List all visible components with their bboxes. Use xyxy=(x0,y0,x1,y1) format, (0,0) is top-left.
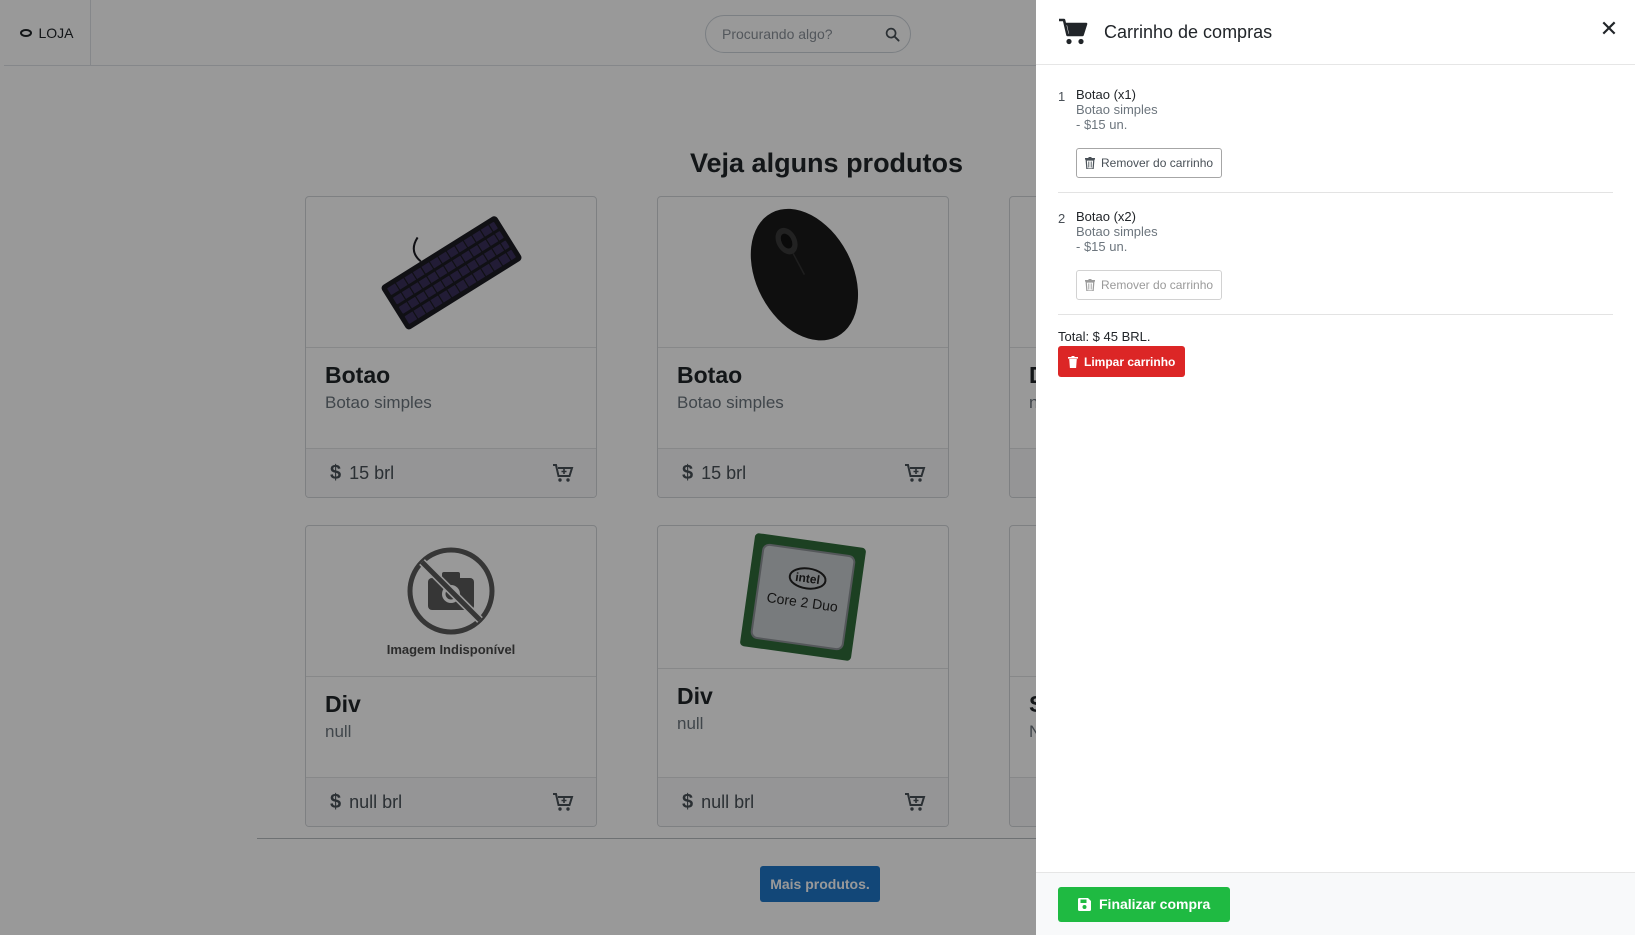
trash-icon xyxy=(1085,279,1095,291)
cart-item-index: 1 xyxy=(1058,89,1066,104)
cart-items: 1 Botao (x1) Botao simples - $15 un. Rem… xyxy=(1036,65,1635,315)
cart-item-desc: Botao simples xyxy=(1076,102,1158,117)
cart-item-unit-price: - $15 un. xyxy=(1076,117,1128,132)
cart-item-index: 2 xyxy=(1058,211,1066,226)
cart-item-unit-price: - $15 un. xyxy=(1076,239,1128,254)
cart-header: Carrinho de compras ✕ xyxy=(1036,0,1635,65)
remove-from-cart-button[interactable]: Remover do carrinho xyxy=(1076,148,1223,178)
cart-item-name: Botao (x2) xyxy=(1076,209,1136,224)
clear-cart-button[interactable]: Limpar carrinho xyxy=(1058,346,1186,377)
shopping-cart-icon xyxy=(1058,18,1088,46)
cart-panel: Carrinho de compras ✕ 1 Botao (x1) Botao… xyxy=(1036,0,1635,935)
remove-label: Remover do carrinho xyxy=(1101,278,1214,292)
cart-item: 1 Botao (x1) Botao simples - $15 un. Rem… xyxy=(1058,87,1613,193)
cart-title: Carrinho de compras xyxy=(1104,21,1273,42)
checkout-button[interactable]: Finalizar compra xyxy=(1058,886,1231,922)
save-icon xyxy=(1078,897,1091,911)
remove-label: Remover do carrinho xyxy=(1101,156,1214,170)
clear-cart-label: Limpar carrinho xyxy=(1084,354,1176,369)
close-button[interactable]: ✕ xyxy=(1597,18,1621,42)
trash-icon xyxy=(1068,355,1078,368)
cart-total: Total: $ 45 BRL. xyxy=(1058,329,1151,344)
remove-from-cart-button[interactable]: Remover do carrinho xyxy=(1076,270,1223,300)
cart-item: 2 Botao (x2) Botao simples - $15 un. Rem… xyxy=(1058,209,1613,315)
cart-item-desc: Botao simples xyxy=(1076,224,1158,239)
checkout-label: Finalizar compra xyxy=(1099,896,1211,912)
cart-item-name: Botao (x1) xyxy=(1076,87,1136,102)
trash-icon xyxy=(1085,157,1095,169)
cart-footer: Finalizar compra xyxy=(1036,872,1635,935)
